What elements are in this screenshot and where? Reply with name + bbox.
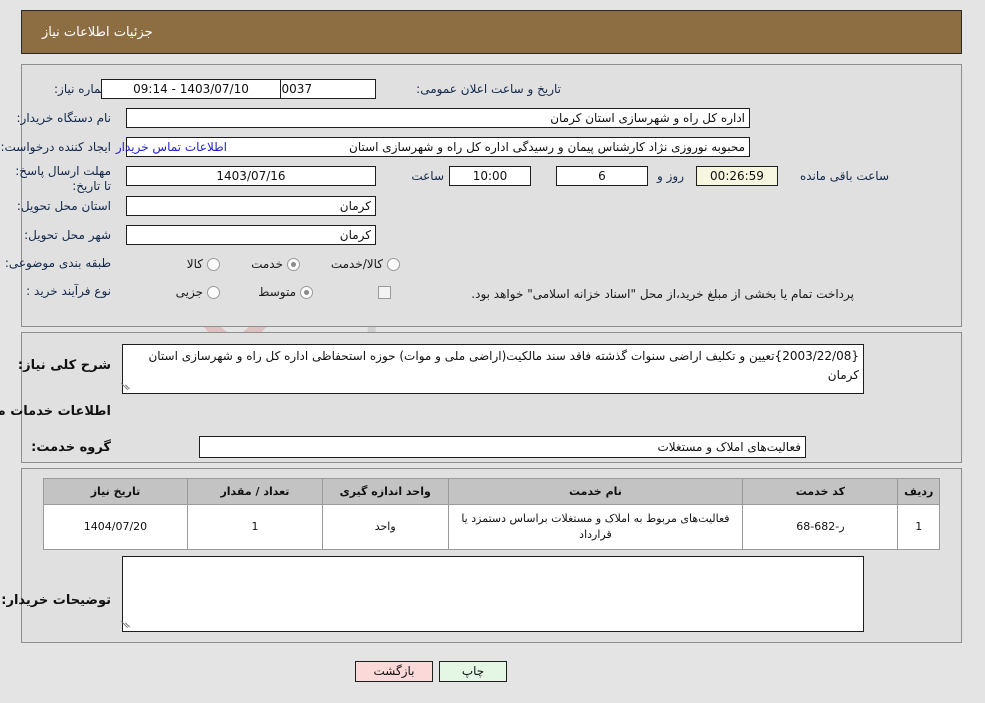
delivery-city-label: شهر محل تحویل: (25, 228, 112, 242)
requester-label: ایجاد کننده درخواست: (1, 140, 112, 154)
category-radio-goods[interactable]: کالا (188, 257, 221, 271)
category-radio-service[interactable]: خدمت (252, 257, 301, 271)
category-radio-goods-service[interactable]: کالا/خدمت (332, 257, 401, 271)
treasury-bonds-note: پرداخت تمام یا بخشی از مبلغ خرید،از محل … (472, 287, 855, 301)
delivery-province-value: کرمان (127, 196, 377, 216)
buyer-contact-link[interactable]: اطلاعات تماس خریدار (117, 140, 228, 154)
process-option-label-minor: جزیی (176, 285, 204, 299)
deadline-hour-label: ساعت (412, 169, 445, 183)
radio-indicator-goods-service[interactable] (388, 257, 401, 271)
cell-quantity: 1 (187, 504, 324, 550)
buyer-notes-label: توضیحات خریدار: (2, 593, 112, 608)
process-radio-minor[interactable]: جزیی (177, 285, 221, 299)
col-unit: واحد اندازه گیری (322, 478, 450, 505)
radio-indicator-service[interactable] (288, 257, 301, 271)
table-row: 1 ر-682-68 فعالیت‌های مربوط به املاک و م… (44, 504, 941, 550)
deadline-time-value: 10:00 (450, 166, 532, 186)
cell-need-date: 1404/07/20 (44, 504, 189, 550)
public-announce-value: 1403/07/10 - 09:14 (102, 79, 282, 99)
services-section-heading: اطلاعات خدمات مورد نیاز (0, 404, 112, 419)
radio-indicator-medium[interactable] (301, 285, 314, 299)
print-button[interactable]: چاپ (440, 661, 508, 682)
general-description-label: شرح کلی نیاز: (18, 358, 112, 373)
col-service-name: نام خدمت (448, 478, 745, 505)
page-title: جزئیات اطلاعات نیاز (43, 24, 154, 40)
col-need-date: تاریخ نیاز (44, 478, 189, 505)
cell-unit: واحد (322, 504, 450, 550)
category-option-label-goods-service: کالا/خدمت (331, 257, 384, 271)
category-option-label-service: خدمت (252, 257, 284, 271)
col-row-no: ردیف (898, 478, 941, 505)
back-button[interactable]: بازگشت (356, 661, 434, 682)
cell-row-no: 1 (898, 504, 941, 550)
buyer-notes-value[interactable] (123, 556, 865, 632)
buyer-org-label: نام دستگاه خریدار: (17, 111, 113, 125)
table-header-row: ردیف کد خدمت نام خدمت واحد اندازه گیری ت… (44, 478, 941, 505)
deadline-date-value: 1403/07/16 (127, 166, 377, 186)
delivery-province-label: استان محل تحویل: (17, 199, 112, 213)
services-table: ردیف کد خدمت نام خدمت واحد اندازه گیری ت… (44, 478, 941, 550)
col-quantity: تعداد / مقدار (187, 478, 324, 505)
countdown-timer-value: 00:26:59 (697, 166, 779, 186)
deadline-label: مهلت ارسال پاسخ: تا تاریخ: (16, 164, 112, 193)
process-type-label: نوع فرآیند خرید : (27, 284, 112, 298)
page-title-bar: جزئیات اطلاعات نیاز (22, 10, 963, 54)
col-service-code: کد خدمت (743, 478, 900, 505)
remaining-days-value: 6 (557, 166, 649, 186)
radio-indicator-goods[interactable] (208, 257, 221, 271)
process-radio-medium[interactable]: متوسط (259, 285, 314, 299)
countdown-label: ساعت باقی مانده (800, 169, 890, 183)
delivery-city-value: کرمان (127, 225, 377, 245)
category-label: طبقه بندی موضوعی: (5, 256, 112, 270)
remaining-days-label: روز و (658, 169, 685, 183)
treasury-bonds-checkbox[interactable] (379, 286, 392, 299)
general-description-value: {2003/22/08}تعیین و تکلیف اراضی سنوات گذ… (123, 344, 865, 394)
category-option-label-goods: کالا (187, 257, 204, 271)
cell-service-name: فعالیت‌های مربوط به املاک و مستغلات براس… (448, 504, 745, 550)
service-group-label: گروه خدمت: (32, 440, 112, 455)
cell-service-code: ر-682-68 (743, 504, 900, 550)
process-option-label-medium: متوسط (259, 285, 297, 299)
radio-indicator-minor[interactable] (208, 285, 221, 299)
service-group-value: فعالیت‌های املاک و مستغلات (200, 436, 807, 458)
public-announce-label: تاریخ و ساعت اعلان عمومی: (417, 82, 562, 96)
buyer-org-value: اداره کل راه و شهرسازی استان کرمان (127, 108, 751, 128)
